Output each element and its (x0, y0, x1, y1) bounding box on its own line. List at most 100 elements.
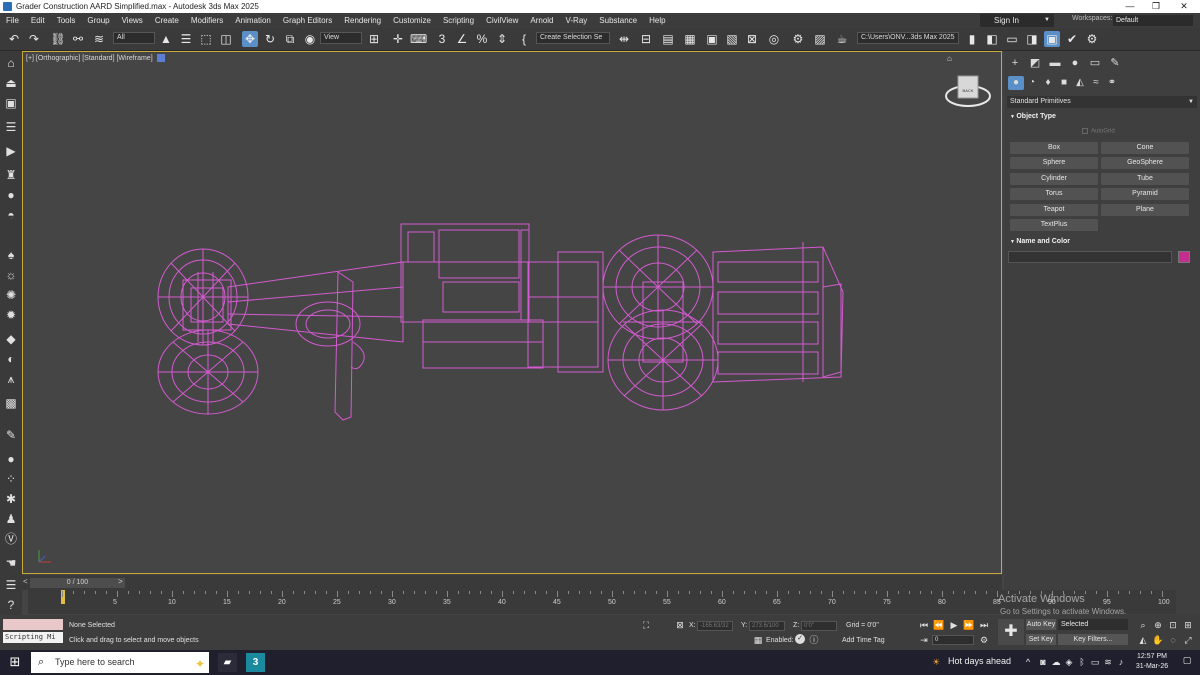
go-to-end-icon[interactable]: ⏭ (978, 619, 990, 631)
set-key-button[interactable]: Set Key (1026, 634, 1056, 645)
check-icon[interactable]: ✔ (1064, 31, 1080, 47)
previous-frame-icon[interactable]: ⏪ (933, 619, 945, 631)
ball-icon[interactable]: ● (3, 451, 19, 467)
snaps-toggle-icon[interactable]: 3 (434, 31, 450, 47)
tray-app-icon[interactable]: ◙ (1037, 656, 1049, 668)
field-of-view-icon[interactable]: ◭ (1137, 634, 1149, 646)
menu-tools[interactable]: Tools (51, 16, 82, 25)
toggle-ribbon-icon[interactable]: ▣ (704, 31, 720, 47)
cloth-icon[interactable]: ♟ (3, 511, 19, 527)
orbit-icon[interactable]: ◌ (1167, 634, 1179, 646)
menu-edit[interactable]: Edit (25, 16, 51, 25)
taskbar-clock[interactable]: 12:57 PM 31-Mar-26 (1130, 652, 1174, 672)
maxscript-mini-listener[interactable]: Scripting Mi (3, 632, 63, 643)
menu-help[interactable]: Help (643, 16, 671, 25)
mirror-icon[interactable]: ⇹ (616, 31, 632, 47)
file-explorer-icon[interactable]: ▰ (218, 653, 237, 672)
menu-create[interactable]: Create (149, 16, 185, 25)
select-and-rotate-icon[interactable]: ↻ (262, 31, 278, 47)
spinner-snap-icon[interactable]: ⇕ (494, 31, 510, 47)
menu-civilview[interactable]: CivilView (480, 16, 524, 25)
box-icon[interactable]: ◆ (3, 331, 19, 347)
primitive-category-select[interactable]: Standard Primitives ▼ (1007, 96, 1197, 108)
sphere-button[interactable]: Sphere (1010, 157, 1098, 169)
modify-tab-icon[interactable]: ◩ (1026, 56, 1044, 70)
home-icon[interactable]: ⌂ (3, 55, 19, 71)
weather-icon[interactable]: ☀ (930, 656, 942, 668)
rectangular-selection-icon[interactable]: ⬚ (198, 31, 214, 47)
close-button[interactable]: ✕ (1170, 0, 1198, 13)
manipulate-icon[interactable]: ✛ (390, 31, 406, 47)
z-coordinate-field[interactable]: 0'0" (801, 621, 837, 631)
vray-icon[interactable]: Ⓥ (3, 531, 19, 547)
shapes-icon[interactable]: ◔ (1024, 76, 1040, 90)
curve-editor-icon[interactable]: ▧ (724, 31, 740, 47)
select-object-icon[interactable]: ▲ (158, 31, 174, 47)
add-time-tag[interactable]: Add Time Tag (842, 637, 885, 644)
current-frame-field[interactable]: 0 (932, 635, 974, 645)
cap-icon[interactable]: ◓ (3, 207, 19, 223)
bind-space-warp-icon[interactable]: ≋ (91, 31, 107, 47)
menu-file[interactable]: File (0, 16, 25, 25)
plane-button[interactable]: Plane (1101, 204, 1189, 216)
viewcube[interactable]: BACK (943, 70, 993, 116)
object-name-input[interactable] (1008, 251, 1172, 263)
align-icon[interactable]: ⊟ (638, 31, 654, 47)
auto-key-button[interactable]: Auto Key (1026, 619, 1056, 630)
zoom-extents-icon[interactable]: ⊡ (1167, 619, 1179, 631)
unlink-icon[interactable]: ⚯ (70, 31, 86, 47)
tripod-icon[interactable]: ⩚ (3, 371, 19, 387)
key-filters-button[interactable]: Key Filters... (1058, 634, 1128, 645)
scene-explorer-icon[interactable]: ▤ (660, 31, 676, 47)
arrange-icon[interactable]: ◨ (1024, 31, 1040, 47)
3ds-max-taskbar-icon[interactable]: 3 (246, 653, 265, 672)
menu-list-icon[interactable]: ☰ (3, 577, 19, 593)
viewport-orthographic[interactable]: [+] [Orthographic] [Standard] [Wireframe… (22, 51, 1002, 574)
tray-shield-icon[interactable]: ◈ (1063, 656, 1075, 668)
cone-button[interactable]: Cone (1101, 142, 1189, 154)
absolute-mode-icon[interactable]: ⊠ (674, 619, 686, 631)
sign-in-dropdown[interactable]: Sign In ▼ (980, 14, 1054, 27)
list-icon[interactable]: ☰ (3, 119, 19, 135)
zoom-all-icon[interactable]: ⊕ (1152, 619, 1164, 631)
menu-modifiers[interactable]: Modifiers (185, 16, 229, 25)
particles-icon[interactable]: ⁘ (3, 471, 19, 487)
omni-light-icon[interactable]: ☼ (3, 267, 19, 283)
window-crossing-icon[interactable]: ◫ (218, 31, 234, 47)
motion-tab-icon[interactable]: ● (1066, 56, 1084, 70)
object-type-rollout[interactable]: Object Type (1010, 113, 1056, 120)
box-button[interactable]: Box (1010, 142, 1098, 154)
isolate-icon[interactable]: ⛶ (640, 619, 652, 631)
zoom-icon[interactable]: ⌕ (1137, 619, 1149, 631)
render-teapot-icon[interactable]: ☕ (834, 31, 850, 47)
redo-icon[interactable]: ↷ (26, 31, 42, 47)
maximize-button[interactable]: ❐ (1142, 0, 1170, 13)
notification-icon[interactable]: ▢ (1180, 655, 1194, 669)
time-slider[interactable]: 0 / 100 (30, 578, 125, 588)
tray-volume-icon[interactable]: ♪ (1115, 656, 1127, 668)
menu-arnold[interactable]: Arnold (524, 16, 559, 25)
skylight-icon[interactable]: ✹ (3, 307, 19, 323)
reference-coord-select[interactable]: View (320, 32, 362, 44)
pyramid-button[interactable]: Pyramid (1101, 188, 1189, 200)
menu-substance[interactable]: Substance (593, 16, 643, 25)
tube-button[interactable]: Tube (1101, 173, 1189, 185)
set-key-button-icon[interactable]: ✚ (998, 619, 1024, 645)
tray-overflow-icon[interactable]: ^ (1022, 656, 1034, 668)
lights-icon[interactable]: ♦ (1040, 76, 1056, 90)
go-to-start-icon[interactable]: ⏮ (918, 619, 930, 631)
menu-group[interactable]: Group (81, 16, 115, 25)
zoom-extents-all-icon[interactable]: ⊞ (1182, 619, 1194, 631)
cameras-icon[interactable]: ■ (1056, 76, 1072, 90)
helpers-icon[interactable]: ◭ (1072, 76, 1088, 90)
maximize-viewport-icon[interactable]: ⤢ (1182, 634, 1194, 646)
settings-icon[interactable]: ⚙ (1084, 31, 1100, 47)
home-view-icon[interactable]: ⌂ (947, 54, 952, 63)
menu-scripting[interactable]: Scripting (437, 16, 480, 25)
angle-snap-icon[interactable]: ∠ (454, 31, 470, 47)
material-editor-icon[interactable]: ◎ (766, 31, 782, 47)
tray-bluetooth-icon[interactable]: ᛒ (1076, 656, 1088, 668)
weather-text[interactable]: Hot days ahead (948, 656, 1011, 666)
create-tab-icon[interactable]: + (1006, 56, 1024, 70)
sphere-icon[interactable]: ◐ (3, 351, 19, 367)
